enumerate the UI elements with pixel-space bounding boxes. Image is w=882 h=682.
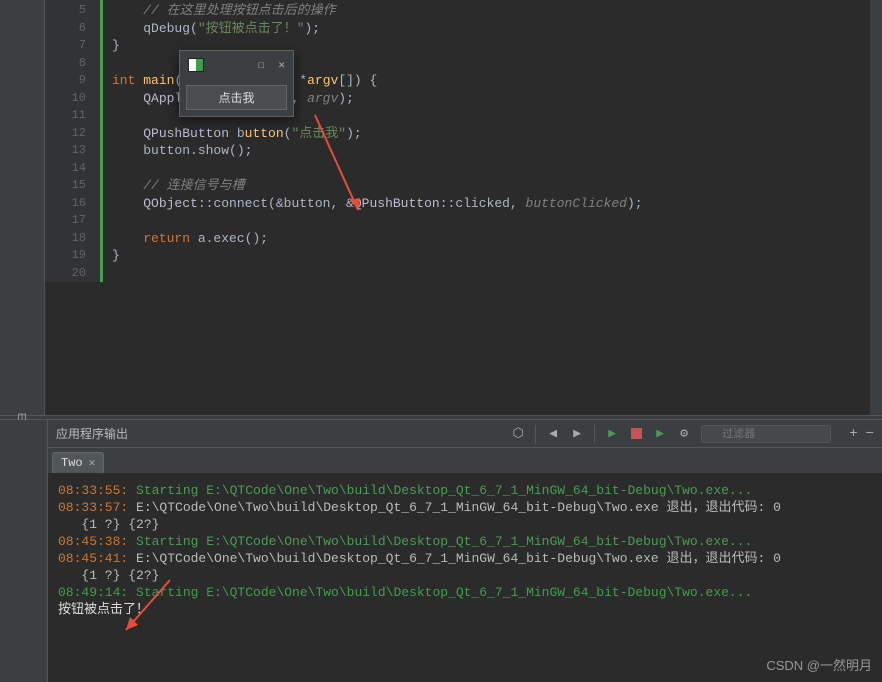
output-tab-two[interactable]: Two ✕ [52,452,104,473]
rerun-icon[interactable]: ▶ [653,427,667,441]
code-content[interactable]: // 在这里处理按钮点击后的操作 qDebug("按钮被点击了！"); } in… [100,0,882,282]
maximize-icon[interactable]: ☐ [258,58,265,72]
filter-input[interactable] [701,425,831,443]
watermark: CSDN @一然明月 [766,655,872,674]
close-icon[interactable]: ✕ [278,58,285,72]
app-titlebar[interactable]: ☐ ✕ [180,51,293,79]
left-toolbar: ◫ ⊞ [0,0,45,415]
app-icon [188,58,204,72]
line-gutter: 567891011121314151617181920 [45,0,100,282]
output-tabs: Two ✕ [48,448,882,474]
forward-icon[interactable]: ▶ [570,427,584,441]
output-title: 应用程序输出 [56,425,128,442]
close-tab-icon[interactable]: ✕ [89,456,96,470]
zoom-out-icon[interactable]: − [866,426,874,442]
stop-icon[interactable] [629,427,643,441]
code-editor[interactable]: 567891011121314151617181920 // 在这里处理按钮点击… [45,0,882,415]
click-me-button[interactable]: 点击我 [186,85,287,110]
zoom-in-icon[interactable]: + [849,426,857,442]
app-window[interactable]: ☐ ✕ 点击我 [179,50,294,117]
output-console[interactable]: 08:33:55: Starting E:\QTCode\One\Two\bui… [48,474,882,682]
pin-icon[interactable]: ⬡ [511,427,525,441]
settings-icon[interactable]: ⚙ [677,427,691,441]
output-toolbar: 应用程序输出 ⬡ ◀ ▶ ▶ ▶ ⚙ + − [48,420,882,448]
run-icon[interactable]: ▶ [605,427,619,441]
back-icon[interactable]: ◀ [546,427,560,441]
output-side-toolbar [0,420,48,682]
